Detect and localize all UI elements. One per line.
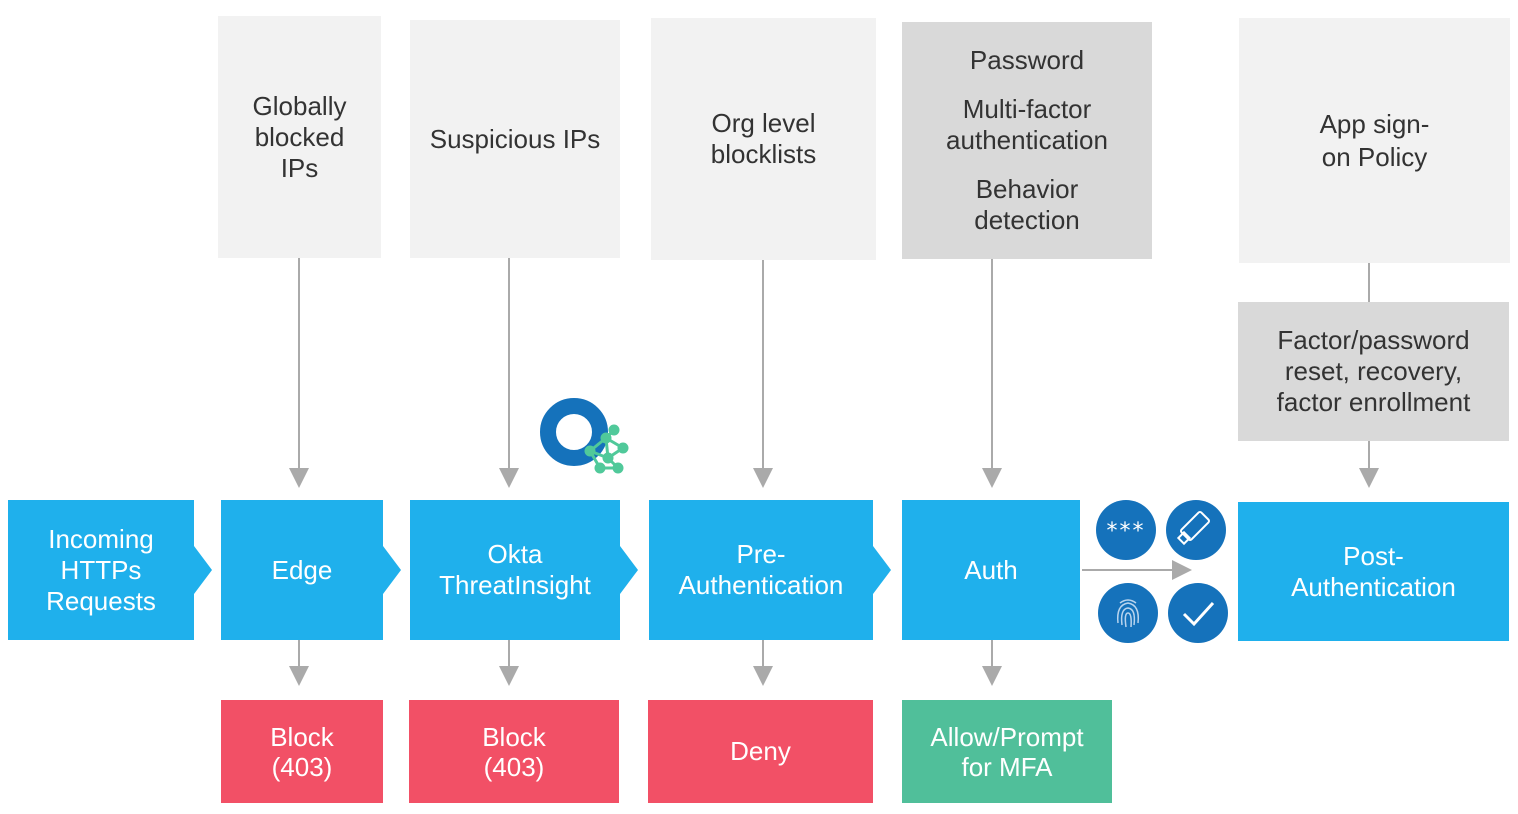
password-icon: *** — [1096, 500, 1156, 560]
outcome-threatinsight-block: Block (403) — [409, 700, 619, 803]
stage-incoming-requests: Incoming HTTPs Requests — [8, 500, 194, 640]
outcome-edge-block: Block (403) — [221, 700, 383, 803]
source-auth-methods: Password Multi-factor authentication Beh… — [902, 22, 1152, 259]
fingerprint-icon — [1098, 583, 1158, 643]
source-factor-reset: Factor/password reset, recovery, factor … — [1238, 302, 1509, 441]
source-suspicious-ips: Suspicious IPs — [410, 20, 620, 258]
source-org-blocklists: Org level blocklists — [651, 18, 876, 260]
svg-text:***: *** — [1107, 519, 1146, 544]
security-key-icon — [1166, 500, 1226, 560]
stage-pre-authentication: Pre-Authentication — [649, 500, 873, 640]
stage-post-authentication: Post-Authentication — [1238, 502, 1509, 641]
outcome-preauth-deny: Deny — [648, 700, 873, 803]
stage-threatinsight: Okta ThreatInsight — [410, 500, 620, 640]
chevron-icon — [383, 546, 401, 594]
stage-edge: Edge — [221, 500, 383, 640]
stage-auth: Auth — [902, 500, 1080, 640]
chevron-icon — [873, 546, 891, 594]
checkmark-icon — [1168, 583, 1228, 643]
chevron-icon — [194, 546, 212, 594]
source-globally-blocked-ips: Globally blocked IPs — [218, 16, 381, 258]
threatinsight-logo — [540, 398, 629, 474]
source-app-sign-on-policy: App sign-on Policy — [1239, 18, 1510, 263]
outcome-auth-allow: Allow/Prompt for MFA — [902, 700, 1112, 803]
chevron-icon — [620, 546, 638, 594]
